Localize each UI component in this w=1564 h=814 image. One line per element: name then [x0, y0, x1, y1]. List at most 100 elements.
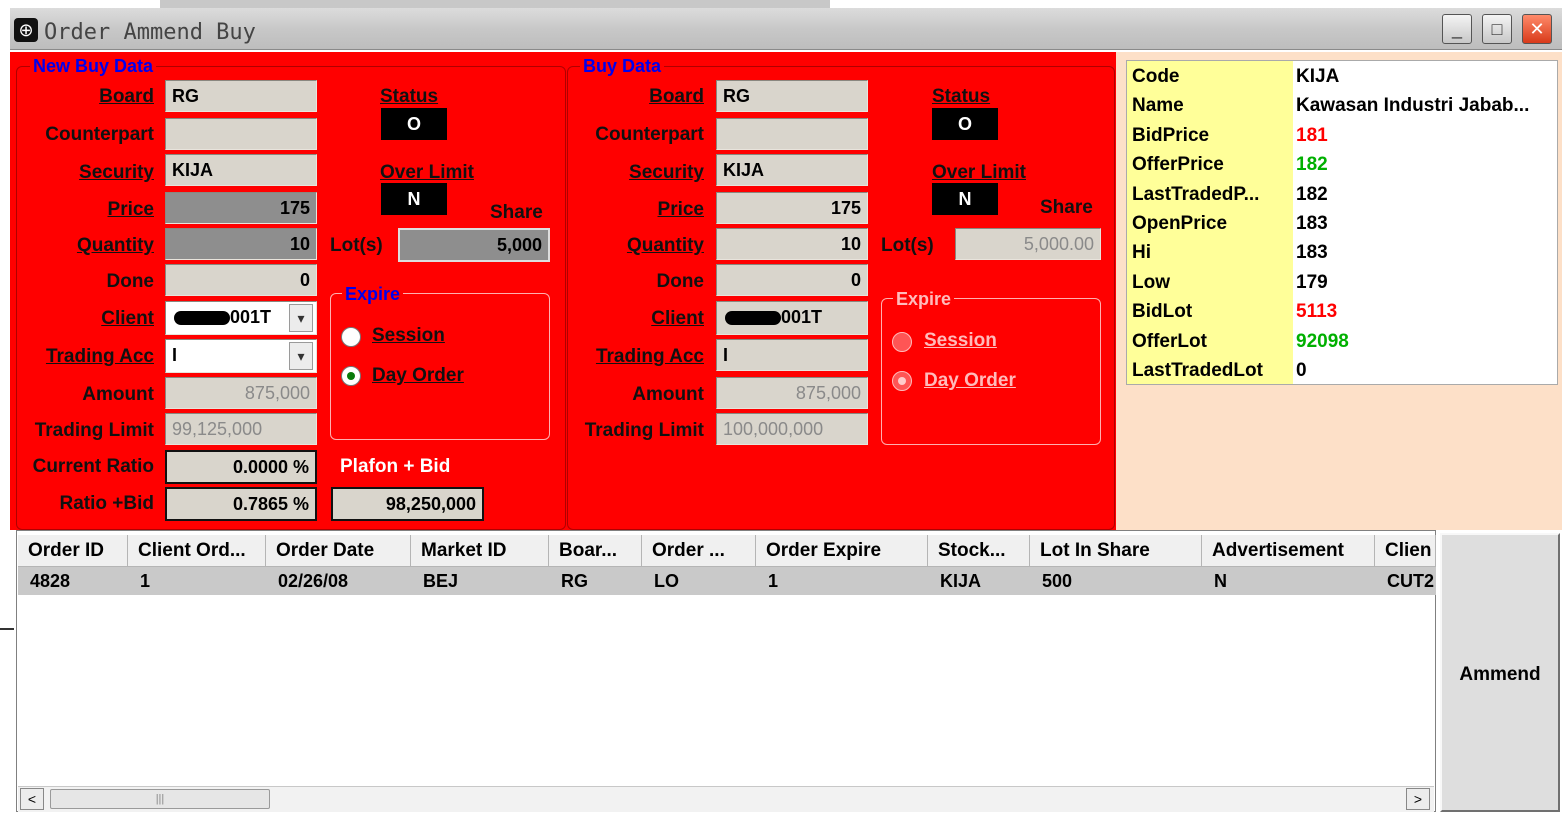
- buy-over-limit-indicator: N: [932, 183, 998, 215]
- left-edge-line: [0, 628, 14, 630]
- quote-value: 181: [1296, 124, 1328, 146]
- minimize-button[interactable]: _: [1442, 14, 1472, 44]
- quote-value: Kawasan Industri Jabab...: [1296, 95, 1530, 117]
- buy-trading-acc-label: Trading Acc: [595, 346, 704, 367]
- quote-label: Low: [1132, 271, 1170, 293]
- day-order-radio[interactable]: [341, 366, 361, 386]
- quote-value: 179: [1296, 271, 1328, 293]
- amount-label: Amount: [82, 384, 154, 405]
- table-cell[interactable]: RG: [549, 567, 642, 595]
- board-field[interactable]: RG: [165, 80, 317, 112]
- buy-amount-field: 875,000: [716, 377, 868, 409]
- trading-acc-dropdown-button[interactable]: ▾: [289, 342, 313, 370]
- counterpart-field[interactable]: [165, 118, 317, 150]
- column-header[interactable]: Stock...: [928, 535, 1030, 567]
- buy-board-label: Board: [649, 86, 704, 107]
- quote-value: KIJA: [1296, 66, 1340, 87]
- app-icon: ⊕: [14, 18, 38, 42]
- expire-title: Expire: [342, 284, 404, 304]
- client-dropdown-button[interactable]: ▾: [289, 304, 313, 332]
- column-header[interactable]: Lot In Share: [1030, 535, 1202, 567]
- table-cell[interactable]: 4828: [18, 567, 128, 595]
- table-cell[interactable]: CUT2: [1375, 567, 1436, 595]
- column-header[interactable]: Clien: [1375, 535, 1436, 567]
- buy-security-field: KIJA: [716, 154, 868, 186]
- column-header[interactable]: Boar...: [549, 535, 642, 567]
- buy-client-field: 001T: [716, 301, 868, 335]
- buy-lots-label: Lot(s): [881, 235, 934, 256]
- lots-label: Lot(s): [330, 235, 383, 256]
- scroll-thumb[interactable]: |||: [50, 789, 270, 809]
- plafon-bid-field: 98,250,000: [331, 487, 484, 521]
- column-header[interactable]: Advertisement: [1202, 535, 1375, 567]
- price-input[interactable]: 175: [165, 192, 317, 224]
- quote-label: BidPrice: [1132, 124, 1210, 146]
- share-field: 5,000: [398, 228, 550, 262]
- day-order-radio-label[interactable]: Day Order: [372, 364, 464, 388]
- scroll-left-button[interactable]: <: [20, 788, 44, 810]
- column-header[interactable]: Order ...: [642, 535, 756, 567]
- quote-value: 5113: [1296, 301, 1338, 323]
- done-label: Done: [106, 271, 155, 292]
- security-label: Security: [79, 162, 154, 183]
- buy-trading-acc-field: I: [716, 339, 868, 371]
- column-header[interactable]: Order ID: [18, 535, 128, 567]
- maximize-button[interactable]: □: [1482, 14, 1512, 44]
- quantity-input[interactable]: 10: [165, 228, 317, 260]
- buy-price-field: 175: [716, 192, 868, 224]
- buy-amount-label: Amount: [632, 384, 704, 405]
- buy-price-label: Price: [657, 199, 704, 220]
- new-buy-group-title: New Buy Data: [30, 56, 157, 76]
- quote-label: Code: [1132, 66, 1180, 87]
- counterpart-label: Counterpart: [45, 124, 154, 145]
- price-label: Price: [107, 199, 154, 220]
- buy-expire-title: Expire: [893, 289, 955, 309]
- trading-limit-label: Trading Limit: [34, 420, 154, 441]
- current-ratio-label: Current Ratio: [32, 456, 154, 477]
- trading-acc-label: Trading Acc: [45, 346, 154, 367]
- quote-value: 183: [1296, 213, 1328, 234]
- session-radio-label[interactable]: Session: [372, 324, 445, 348]
- ratio-bid-label: Ratio +Bid: [59, 493, 154, 514]
- buy-share-label: Share: [1040, 197, 1093, 218]
- quote-label: Name: [1132, 95, 1184, 117]
- over-limit-indicator: N: [381, 183, 447, 215]
- table-cell[interactable]: 500: [1030, 567, 1202, 595]
- quote-label: LastTradedP...: [1132, 183, 1260, 205]
- buy-status-indicator: O: [932, 108, 998, 140]
- plafon-bid-label: Plafon + Bid: [340, 456, 451, 477]
- buy-done-field: 0: [716, 264, 868, 296]
- column-header[interactable]: Order Expire: [756, 535, 928, 567]
- close-button[interactable]: ✕: [1522, 14, 1552, 44]
- column-header[interactable]: Order Date: [266, 535, 411, 567]
- security-field[interactable]: KIJA: [165, 154, 317, 186]
- buy-counterpart-label: Counterpart: [595, 124, 704, 145]
- table-cell[interactable]: 1: [756, 567, 928, 595]
- quote-label: OfferLot: [1132, 330, 1207, 352]
- quote-value: 182: [1296, 183, 1328, 205]
- buy-quantity-field: 10: [716, 228, 868, 260]
- background-window-strip: [160, 0, 830, 8]
- amount-field: 875,000: [165, 377, 317, 409]
- buy-counterpart-field: [716, 118, 868, 150]
- table-cell[interactable]: LO: [642, 567, 756, 595]
- quote-label: LastTradedLot: [1132, 360, 1263, 381]
- quantity-label: Quantity: [76, 235, 154, 256]
- session-radio[interactable]: [341, 327, 361, 347]
- buy-group-title: Buy Data: [580, 56, 665, 76]
- buy-done-label: Done: [656, 271, 705, 292]
- table-cell[interactable]: N: [1202, 567, 1375, 595]
- quote-value: 92098: [1296, 330, 1349, 352]
- table-cell[interactable]: 02/26/08: [266, 567, 411, 595]
- table-cell[interactable]: BEJ: [411, 567, 549, 595]
- table-cell[interactable]: KIJA: [928, 567, 1030, 595]
- buy-board-field: RG: [716, 80, 868, 112]
- column-header[interactable]: Client Ord...: [128, 535, 266, 567]
- buy-security-label: Security: [629, 162, 704, 183]
- scroll-right-button[interactable]: >: [1406, 788, 1430, 810]
- ammend-button[interactable]: Ammend: [1440, 533, 1560, 812]
- table-cell[interactable]: 1: [128, 567, 266, 595]
- column-header[interactable]: Market ID: [411, 535, 549, 567]
- share-label: Share: [490, 202, 543, 223]
- quote-label: OfferPrice: [1132, 154, 1224, 176]
